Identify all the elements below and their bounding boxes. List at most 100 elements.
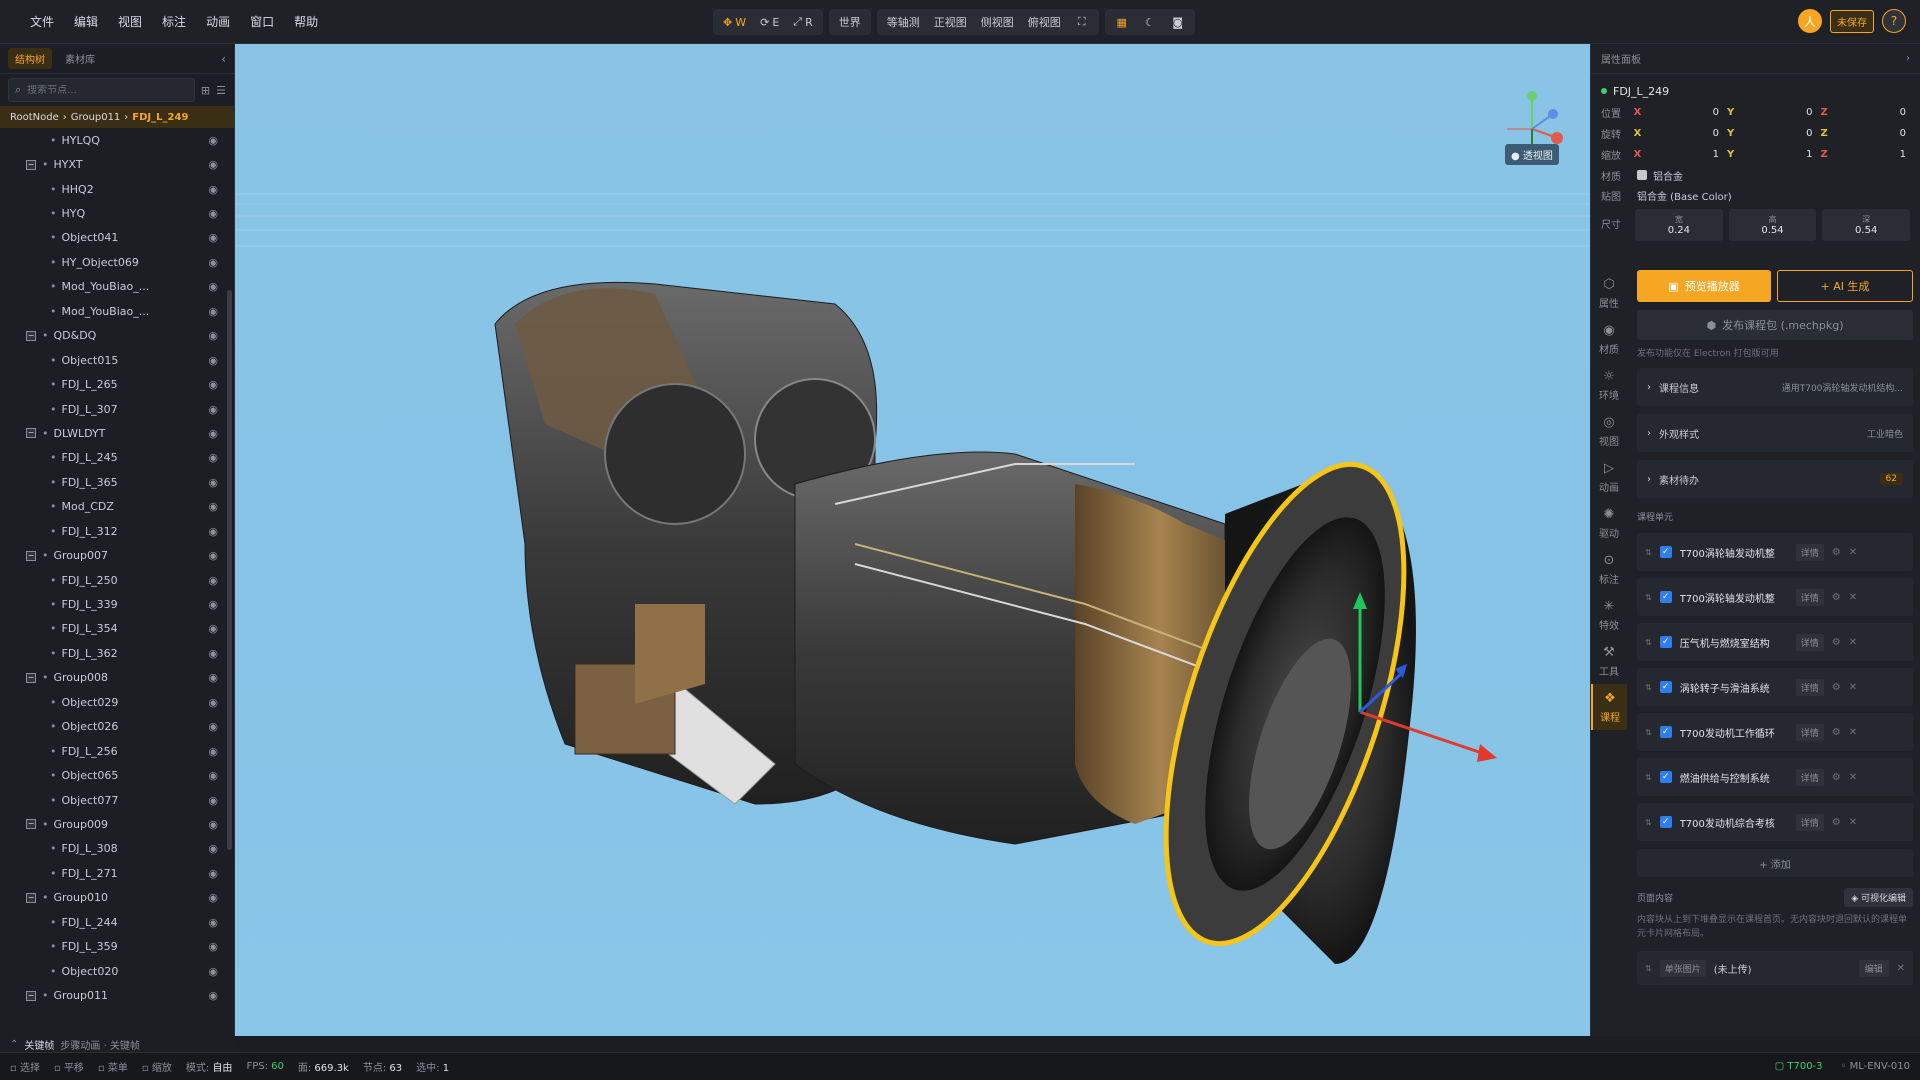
- publish-button[interactable]: ⬢ 发布课程包 (.mechpkg): [1637, 310, 1913, 340]
- nav-properties[interactable]: ⬡ 属性: [1591, 270, 1627, 316]
- tree-node-row[interactable]: • FDJ_L_245 ◉: [0, 446, 234, 470]
- reorder-handle-icon[interactable]: ⇅: [1645, 773, 1652, 782]
- visibility-eye-icon[interactable]: ◉: [208, 818, 218, 831]
- tree-node-row[interactable]: • HYQ ◉: [0, 201, 234, 225]
- tree-node-row[interactable]: • Mod_CDZ ◉: [0, 495, 234, 519]
- tree-group-row[interactable]: − • QD&DQ ◉: [0, 324, 234, 348]
- visibility-eye-icon[interactable]: ◉: [208, 745, 218, 758]
- collapse-toggle-icon[interactable]: −: [26, 428, 36, 439]
- filter-icon[interactable]: ☰: [216, 84, 226, 97]
- visibility-eye-icon[interactable]: ◉: [208, 354, 218, 367]
- tree-node-row[interactable]: • Object065 ◉: [0, 763, 234, 787]
- size-height[interactable]: 高 0.54: [1728, 209, 1817, 241]
- visibility-eye-icon[interactable]: ◉: [208, 916, 218, 929]
- tree-node-row[interactable]: • FDJ_L_362 ◉: [0, 641, 234, 665]
- tree-group-row[interactable]: − • Group010 ◉: [0, 886, 234, 910]
- nav-material[interactable]: ◉ 材质: [1591, 316, 1627, 362]
- visibility-eye-icon[interactable]: ◉: [208, 280, 218, 293]
- tree-node-row[interactable]: • Object029 ◉: [0, 690, 234, 714]
- breadcrumb-group[interactable]: Group011: [71, 112, 121, 123]
- tab-asset-library[interactable]: 素材库: [58, 48, 102, 69]
- visibility-eye-icon[interactable]: ◉: [208, 378, 218, 391]
- tree-node-row[interactable]: • HYLQQ ◉: [0, 128, 234, 152]
- grid-button[interactable]: ▦: [1109, 11, 1135, 33]
- tree-node-row[interactable]: • Object041 ◉: [0, 226, 234, 250]
- scale-button[interactable]: ⤢ R: [787, 11, 818, 33]
- size-depth[interactable]: 深 0.54: [1822, 209, 1911, 241]
- tree-node-row[interactable]: • Object026 ◉: [0, 715, 234, 739]
- visibility-eye-icon[interactable]: ◉: [208, 574, 218, 587]
- tree-node-row[interactable]: • FDJ_L_307 ◉: [0, 397, 234, 421]
- visibility-eye-icon[interactable]: ◉: [208, 671, 218, 684]
- position-x[interactable]: X0: [1634, 105, 1723, 121]
- tree-node-row[interactable]: • HY_Object069 ◉: [0, 250, 234, 274]
- visibility-eye-icon[interactable]: ◉: [208, 329, 218, 342]
- visibility-eye-icon[interactable]: ◉: [208, 451, 218, 464]
- nav-drive[interactable]: ✺ 驱动: [1591, 500, 1627, 546]
- collapse-toggle-icon[interactable]: −: [26, 330, 36, 341]
- collapse-toggle-icon[interactable]: −: [26, 819, 36, 830]
- view-front[interactable]: 正视图: [928, 11, 973, 33]
- rotation-x[interactable]: X0: [1634, 126, 1723, 142]
- visibility-eye-icon[interactable]: ◉: [208, 647, 218, 660]
- visibility-eye-icon[interactable]: ◉: [208, 305, 218, 318]
- expand-all-icon[interactable]: ⊞: [201, 84, 210, 97]
- breadcrumb-root[interactable]: RootNode: [10, 112, 59, 123]
- settings-icon[interactable]: ⚙: [1832, 817, 1841, 828]
- visibility-eye-icon[interactable]: ◉: [208, 794, 218, 807]
- tree-node-row[interactable]: • FDJ_L_359 ◉: [0, 934, 234, 958]
- tree-group-row[interactable]: − • Group008 ◉: [0, 666, 234, 690]
- rotation-z[interactable]: Z0: [1821, 126, 1910, 142]
- unit-checkbox[interactable]: ✓: [1659, 726, 1672, 738]
- course-unit-row[interactable]: ⇅ ✓ T700涡轮轴发动机整 详情 ⚙ ✕: [1637, 533, 1913, 571]
- visual-edit-button[interactable]: ◈ 可视化编辑: [1844, 887, 1913, 907]
- tree-group-row[interactable]: − • DLWLDYT ◉: [0, 421, 234, 445]
- unit-checkbox[interactable]: ✓: [1659, 546, 1672, 558]
- close-icon[interactable]: ✕: [1849, 547, 1857, 558]
- visibility-eye-icon[interactable]: ◉: [208, 500, 218, 513]
- reorder-handle-icon[interactable]: ⇅: [1645, 683, 1652, 692]
- course-unit-row[interactable]: ⇅ ✓ 压气机与燃烧室结构 详情 ⚙ ✕: [1637, 623, 1913, 661]
- visibility-eye-icon[interactable]: ◉: [208, 403, 218, 416]
- view-isometric[interactable]: 等轴测: [881, 11, 926, 33]
- course-unit-row[interactable]: ⇅ ✓ T700发动机工作循环 详情 ⚙ ✕: [1637, 713, 1913, 751]
- tree-node-row[interactable]: • FDJ_L_271 ◉: [0, 861, 234, 885]
- unit-detail-button[interactable]: 详情: [1795, 588, 1824, 606]
- nav-environment[interactable]: ☼ 环境: [1591, 362, 1627, 408]
- visibility-eye-icon[interactable]: ◉: [208, 476, 218, 489]
- model-indicator[interactable]: ▢ T700-3: [1775, 1061, 1823, 1072]
- search-input[interactable]: [27, 84, 168, 96]
- course-unit-row[interactable]: ⇅ ✓ 燃油供给与控制系统 详情 ⚙ ✕: [1637, 758, 1913, 796]
- visibility-eye-icon[interactable]: ◉: [208, 696, 218, 709]
- move-button[interactable]: ✥ W: [717, 11, 752, 33]
- dark-mode-button[interactable]: ☾: [1137, 11, 1163, 33]
- material-swatch[interactable]: [1637, 170, 1647, 180]
- engine-model[interactable]: [494, 281, 1246, 845]
- tree-group-row[interactable]: − • Group007 ◉: [0, 543, 234, 567]
- tree-group-row[interactable]: − • Group009 ◉: [0, 812, 234, 836]
- preview-player-button[interactable]: ▣ 预览播放器: [1637, 270, 1771, 302]
- avatar[interactable]: 人: [1798, 9, 1822, 33]
- material-value[interactable]: 铝合金: [1653, 168, 1683, 183]
- chevron-right-icon[interactable]: ›: [1906, 53, 1910, 64]
- unit-checkbox[interactable]: ✓: [1659, 636, 1672, 648]
- settings-icon[interactable]: ⚙: [1832, 682, 1841, 693]
- close-icon[interactable]: ✕: [1849, 592, 1857, 603]
- tab-structure-tree[interactable]: 结构树: [8, 48, 52, 69]
- unit-detail-button[interactable]: 详情: [1795, 543, 1824, 561]
- section-course-info[interactable]: › 课程信息 通用T700涡轮轴发动机结构...: [1637, 368, 1913, 406]
- tree-node-row[interactable]: • FDJ_L_244 ◉: [0, 910, 234, 934]
- menu-annotate[interactable]: 标注: [152, 0, 196, 44]
- section-appearance[interactable]: › 外观样式 工业暗色: [1637, 414, 1913, 452]
- settings-icon[interactable]: ⚙: [1832, 547, 1841, 558]
- image-edit-button[interactable]: 编辑: [1858, 959, 1889, 977]
- collapse-toggle-icon[interactable]: −: [26, 892, 36, 903]
- visibility-eye-icon[interactable]: ◉: [208, 867, 218, 880]
- nav-animation[interactable]: ▷ 动画: [1591, 454, 1627, 500]
- visibility-eye-icon[interactable]: ◉: [208, 769, 218, 782]
- unit-detail-button[interactable]: 详情: [1795, 768, 1824, 786]
- collapse-toggle-icon[interactable]: −: [26, 672, 36, 683]
- tree-node-row[interactable]: • Mod_YouBiao_... ◉: [0, 275, 234, 299]
- visibility-eye-icon[interactable]: ◉: [208, 207, 218, 220]
- visibility-eye-icon[interactable]: ◉: [208, 549, 218, 562]
